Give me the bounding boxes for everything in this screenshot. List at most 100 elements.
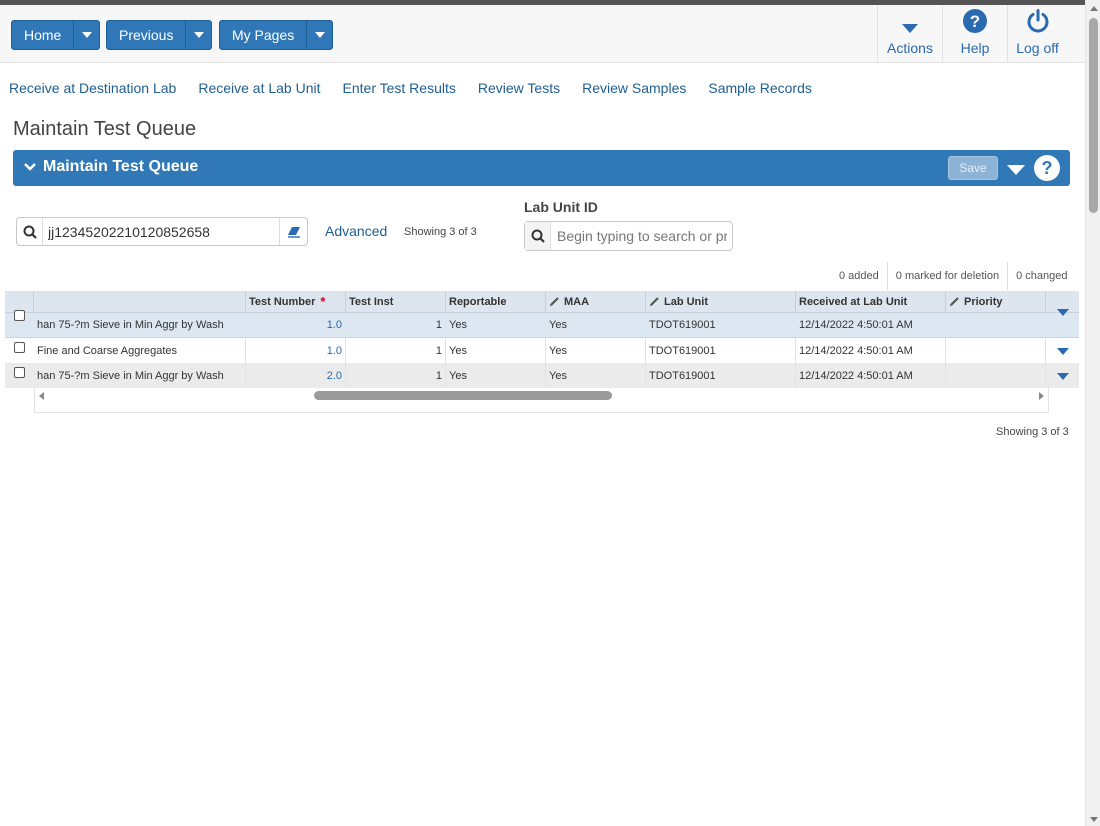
lab-unit-header-label: Lab Unit [664,295,708,308]
cell-test: Fine and Coarse Aggregates [34,338,246,363]
pencil-icon [950,297,959,306]
svg-text:?: ? [970,12,980,31]
panel-help-icon[interactable]: ? [1034,155,1060,181]
lab-unit-input[interactable] [551,227,729,245]
home-button[interactable]: Home [11,20,101,50]
changed-count: 0 changed [1007,262,1075,290]
scrollbar-thumb[interactable] [314,391,612,400]
chevron-down-icon [24,163,36,171]
cell-lab-unit[interactable]: TDOT619001 [646,363,796,388]
scrollbar-thumb[interactable] [1089,18,1098,213]
cell-priority[interactable] [946,363,1046,388]
cell-priority[interactable] [946,338,1046,363]
cell-maa[interactable]: Yes [546,363,646,388]
mypages-dropdown-toggle[interactable] [306,21,332,49]
link-enter-test-results[interactable]: Enter Test Results [343,80,456,96]
save-button[interactable]: Save [948,156,998,180]
panel-menu-caret-icon[interactable] [1007,165,1025,175]
eraser-icon[interactable] [279,218,307,245]
link-sample-records[interactable]: Sample Records [708,80,812,96]
scroll-right-arrow-icon[interactable] [1039,392,1044,400]
home-dropdown-toggle[interactable] [73,21,99,49]
scroll-left-arrow-icon[interactable] [39,392,44,400]
row-actions-caret-icon[interactable] [1057,348,1069,355]
help-label: Help [960,40,990,56]
select-all-header [5,291,34,312]
mypages-button[interactable]: My Pages [219,20,334,50]
lab-unit-id-label: Lab Unit ID [524,199,598,215]
mypages-button-label[interactable]: My Pages [220,21,306,49]
cell-test-inst: 1 [346,313,446,337]
column-header-test-number[interactable]: Test Number * [246,291,346,312]
column-header-test[interactable] [34,291,246,312]
search-input[interactable] [43,218,279,245]
row-checkbox[interactable] [14,342,25,353]
panel-collapse-toggle[interactable]: Maintain Test Queue [23,158,198,176]
scroll-up-arrow-icon[interactable] [1090,6,1098,11]
column-header-test-inst[interactable]: Test Inst [346,291,446,312]
logoff-button[interactable]: Log off [1007,5,1067,63]
row-actions-caret-icon[interactable] [1057,309,1069,316]
previous-dropdown-toggle[interactable] [185,21,211,49]
column-header-priority[interactable]: Priority [946,291,1046,312]
cell-priority[interactable] [946,313,1046,337]
link-receive-lab-unit[interactable]: Receive at Lab Unit [198,80,320,96]
home-button-label[interactable]: Home [12,21,73,49]
pencil-icon [650,297,659,306]
cell-received: 12/14/2022 4:50:01 AM [796,363,946,388]
help-circle-icon: ? [963,9,987,33]
power-icon [1027,9,1048,33]
change-counts: 0 added 0 marked for deletion 0 changed [831,262,1076,290]
column-header-lab-unit[interactable]: Lab Unit [646,291,796,312]
row-checkbox[interactable] [14,367,25,378]
cell-test-number[interactable]: 2.0 [246,363,346,388]
actions-caret-icon [902,24,918,33]
cell-test-number[interactable]: 1.0 [246,313,346,337]
cell-lab-unit[interactable]: TDOT619001 [646,338,796,363]
cell-received: 12/14/2022 4:50:01 AM [796,313,946,337]
column-header-received[interactable]: Received at Lab Unit [796,291,946,312]
link-receive-destination-lab[interactable]: Receive at Destination Lab [9,80,176,96]
pencil-icon [550,297,559,306]
cell-test: han 75-?m Sieve in Min Aggr by Wash [34,363,246,388]
page-title: Maintain Test Queue [13,118,197,140]
cell-reportable: Yes [446,363,546,388]
panel-header: Maintain Test Queue Save ? [13,150,1070,186]
help-button[interactable]: ? Help [942,5,1007,63]
row-checkbox[interactable] [14,310,25,321]
actions-label: Actions [887,40,933,56]
table-row[interactable]: han 75-?m Sieve in Min Aggr by Wash 1.0 … [5,309,1079,338]
actions-menu-button[interactable]: Actions [877,5,942,63]
column-header-reportable[interactable]: Reportable [446,291,546,312]
previous-button[interactable]: Previous [106,20,213,50]
search-icon[interactable] [17,218,43,245]
caret-down-icon [314,32,325,38]
quick-links-bar: Receive at Destination Lab Receive at Lab… [9,80,834,96]
link-review-samples[interactable]: Review Samples [582,80,686,96]
cell-lab-unit[interactable]: TDOT619001 [646,313,796,337]
priority-header-label: Priority [964,295,1003,308]
search-icon[interactable] [525,222,551,250]
previous-button-label[interactable]: Previous [107,21,185,49]
top-nav-bar: Home Previous My Pages Actions ? Help Lo… [0,5,1085,63]
cell-received: 12/14/2022 4:50:01 AM [796,338,946,363]
page-vertical-scrollbar[interactable] [1085,0,1100,826]
table-row[interactable]: han 75-?m Sieve in Min Aggr by Wash 2.0 … [5,363,1079,388]
row-actions-caret-icon[interactable] [1057,373,1069,380]
grid-horizontal-scrollbar[interactable] [34,388,1049,413]
cell-maa[interactable]: Yes [546,338,646,363]
search-box [16,217,308,246]
lab-unit-search-box [524,221,733,251]
advanced-search-link[interactable]: Advanced [325,223,387,239]
cell-test-number[interactable]: 1.0 [246,338,346,363]
deleted-count: 0 marked for deletion [886,262,1007,290]
link-review-tests[interactable]: Review Tests [478,80,560,96]
showing-count-bottom: Showing 3 of 3 [996,426,1069,438]
caret-down-icon [81,32,92,38]
caret-down-icon [193,32,204,38]
table-row[interactable]: Fine and Coarse Aggregates 1.0 1 Yes Yes… [5,338,1079,363]
column-header-maa[interactable]: MAA [546,291,646,312]
scroll-down-arrow-icon[interactable] [1090,817,1098,822]
required-asterisk: * [320,294,326,309]
cell-maa[interactable]: Yes [546,313,646,337]
